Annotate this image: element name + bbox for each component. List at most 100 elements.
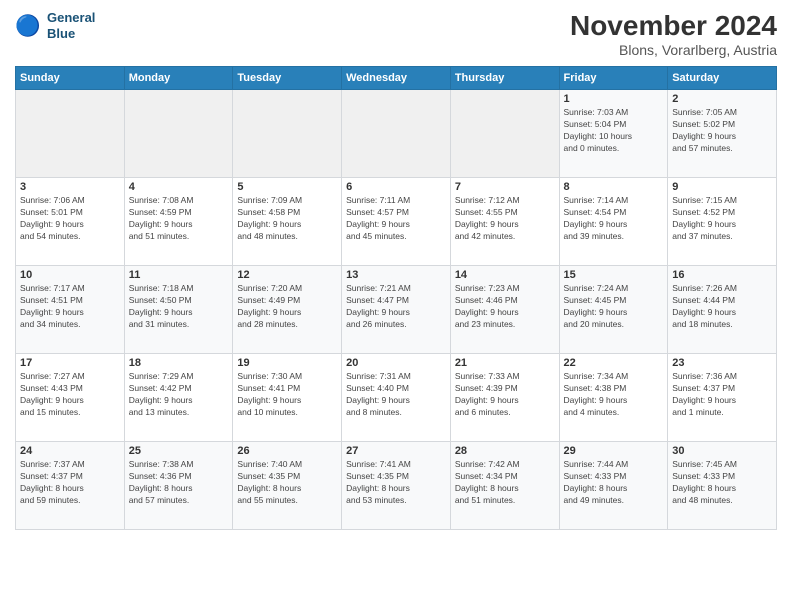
day-number: 26 (237, 445, 337, 457)
calendar-cell: 9 Sunrise: 7:15 AM Sunset: 4:52 PM Daylig… (668, 178, 777, 266)
day-info: Sunrise: 7:33 AM Sunset: 4:39 PM Dayligh… (455, 371, 555, 419)
day-number: 10 (20, 269, 120, 281)
calendar-week-row: 10Sunrise: 7:17 AM Sunset: 4:51 PM Dayli… (16, 266, 777, 354)
day-number: 22 (564, 357, 664, 369)
day-info: Sunrise: 7:30 AM Sunset: 4:41 PM Dayligh… (237, 371, 337, 419)
calendar-cell: 4Sunrise: 7:08 AM Sunset: 4:59 PM Daylig… (124, 178, 233, 266)
day-number: 1 (564, 93, 664, 105)
day-number: 28 (455, 445, 555, 457)
day-info: Sunrise: 7:05 AM Sunset: 5:02 PM Dayligh… (672, 107, 772, 155)
calendar-cell: 25Sunrise: 7:38 AM Sunset: 4:36 PM Dayli… (124, 442, 233, 530)
month-title: November 2024 (570, 10, 777, 42)
calendar-cell: 1 Sunrise: 7:03 AM Sunset: 5:04 PM Daylig… (559, 90, 668, 178)
header: 🔵 General Blue November 2024 Blons, Vora… (15, 10, 777, 58)
calendar-week-row: 3Sunrise: 7:06 AM Sunset: 5:01 PM Daylig… (16, 178, 777, 266)
day-info: Sunrise: 7:29 AM Sunset: 4:42 PM Dayligh… (129, 371, 229, 419)
calendar-cell: 14 Sunrise: 7:23 AM Sunset: 4:46 PM Dayli… (450, 266, 559, 354)
day-info: Sunrise: 7:14 AM Sunset: 4:54 PM Dayligh… (564, 195, 664, 243)
day-info: Sunrise: 7:45 AM Sunset: 4:33 PM Dayligh… (672, 459, 772, 507)
calendar-cell: 10Sunrise: 7:17 AM Sunset: 4:51 PM Dayli… (16, 266, 125, 354)
calendar-cell (233, 90, 342, 178)
calendar-cell: 8 Sunrise: 7:14 AM Sunset: 4:54 PM Daylig… (559, 178, 668, 266)
weekday-header: Saturday (668, 67, 777, 90)
calendar-cell (342, 90, 451, 178)
weekday-header: Wednesday (342, 67, 451, 90)
day-number: 15 (564, 269, 664, 281)
day-number: 23 (672, 357, 772, 369)
title-block: November 2024 Blons, Vorarlberg, Austria (570, 10, 777, 58)
calendar-cell: 15Sunrise: 7:24 AM Sunset: 4:45 PM Dayli… (559, 266, 668, 354)
page-container: 🔵 General Blue November 2024 Blons, Vora… (0, 0, 792, 535)
logo-icon: 🔵 (15, 12, 43, 40)
day-info: Sunrise: 7:20 AM Sunset: 4:49 PM Dayligh… (237, 283, 337, 331)
calendar-cell: 26Sunrise: 7:40 AM Sunset: 4:35 PM Dayli… (233, 442, 342, 530)
calendar-cell: 11Sunrise: 7:18 AM Sunset: 4:50 PM Dayli… (124, 266, 233, 354)
calendar-body: 1 Sunrise: 7:03 AM Sunset: 5:04 PM Daylig… (16, 90, 777, 530)
calendar-cell (450, 90, 559, 178)
day-number: 13 (346, 269, 446, 281)
calendar-cell: 16Sunrise: 7:26 AM Sunset: 4:44 PM Dayli… (668, 266, 777, 354)
day-number: 30 (672, 445, 772, 457)
calendar-header: SundayMondayTuesdayWednesdayThursdayFrid… (16, 67, 777, 90)
day-info: Sunrise: 7:21 AM Sunset: 4:47 PM Dayligh… (346, 283, 446, 331)
day-info: Sunrise: 7:27 AM Sunset: 4:43 PM Dayligh… (20, 371, 120, 419)
day-number: 3 (20, 181, 120, 193)
calendar-cell (124, 90, 233, 178)
calendar-cell: 29Sunrise: 7:44 AM Sunset: 4:33 PM Dayli… (559, 442, 668, 530)
day-number: 6 (346, 181, 446, 193)
day-number: 7 (455, 181, 555, 193)
day-number: 12 (237, 269, 337, 281)
day-info: Sunrise: 7:41 AM Sunset: 4:35 PM Dayligh… (346, 459, 446, 507)
day-info: Sunrise: 7:37 AM Sunset: 4:37 PM Dayligh… (20, 459, 120, 507)
calendar-cell: 27 Sunrise: 7:41 AM Sunset: 4:35 PM Dayli… (342, 442, 451, 530)
calendar-cell: 30 Sunrise: 7:45 AM Sunset: 4:33 PM Dayli… (668, 442, 777, 530)
calendar-cell: 13 Sunrise: 7:21 AM Sunset: 4:47 PM Dayli… (342, 266, 451, 354)
calendar-week-row: 1 Sunrise: 7:03 AM Sunset: 5:04 PM Daylig… (16, 90, 777, 178)
day-number: 16 (672, 269, 772, 281)
calendar-cell: 19 Sunrise: 7:30 AM Sunset: 4:41 PM Dayli… (233, 354, 342, 442)
day-info: Sunrise: 7:15 AM Sunset: 4:52 PM Dayligh… (672, 195, 772, 243)
calendar-cell: 18 Sunrise: 7:29 AM Sunset: 4:42 PM Dayli… (124, 354, 233, 442)
day-info: Sunrise: 7:03 AM Sunset: 5:04 PM Dayligh… (564, 107, 664, 155)
day-number: 14 (455, 269, 555, 281)
weekday-header: Tuesday (233, 67, 342, 90)
header-row: SundayMondayTuesdayWednesdayThursdayFrid… (16, 67, 777, 90)
weekday-header: Friday (559, 67, 668, 90)
calendar-cell: 24Sunrise: 7:37 AM Sunset: 4:37 PM Dayli… (16, 442, 125, 530)
day-number: 18 (129, 357, 229, 369)
day-number: 29 (564, 445, 664, 457)
weekday-header: Sunday (16, 67, 125, 90)
svg-text:🔵: 🔵 (15, 13, 41, 37)
day-info: Sunrise: 7:12 AM Sunset: 4:55 PM Dayligh… (455, 195, 555, 243)
logo: 🔵 General Blue (15, 10, 95, 41)
calendar-cell: 12 Sunrise: 7:20 AM Sunset: 4:49 PM Dayli… (233, 266, 342, 354)
day-info: Sunrise: 7:42 AM Sunset: 4:34 PM Dayligh… (455, 459, 555, 507)
location: Blons, Vorarlberg, Austria (570, 42, 777, 58)
day-info: Sunrise: 7:11 AM Sunset: 4:57 PM Dayligh… (346, 195, 446, 243)
calendar-cell: 2 Sunrise: 7:05 AM Sunset: 5:02 PM Daylig… (668, 90, 777, 178)
calendar-cell: 6 Sunrise: 7:11 AM Sunset: 4:57 PM Daylig… (342, 178, 451, 266)
day-number: 19 (237, 357, 337, 369)
day-info: Sunrise: 7:36 AM Sunset: 4:37 PM Dayligh… (672, 371, 772, 419)
day-number: 2 (672, 93, 772, 105)
day-info: Sunrise: 7:23 AM Sunset: 4:46 PM Dayligh… (455, 283, 555, 331)
day-number: 9 (672, 181, 772, 193)
day-info: Sunrise: 7:31 AM Sunset: 4:40 PM Dayligh… (346, 371, 446, 419)
day-number: 8 (564, 181, 664, 193)
calendar-cell: 3Sunrise: 7:06 AM Sunset: 5:01 PM Daylig… (16, 178, 125, 266)
weekday-header: Thursday (450, 67, 559, 90)
calendar-cell: 22Sunrise: 7:34 AM Sunset: 4:38 PM Dayli… (559, 354, 668, 442)
calendar-cell: 23 Sunrise: 7:36 AM Sunset: 4:37 PM Dayli… (668, 354, 777, 442)
calendar-week-row: 17Sunrise: 7:27 AM Sunset: 4:43 PM Dayli… (16, 354, 777, 442)
day-number: 5 (237, 181, 337, 193)
day-number: 27 (346, 445, 446, 457)
calendar-cell: 7 Sunrise: 7:12 AM Sunset: 4:55 PM Daylig… (450, 178, 559, 266)
day-info: Sunrise: 7:09 AM Sunset: 4:58 PM Dayligh… (237, 195, 337, 243)
logo-text: General Blue (47, 10, 95, 41)
calendar-cell: 5 Sunrise: 7:09 AM Sunset: 4:58 PM Daylig… (233, 178, 342, 266)
day-info: Sunrise: 7:08 AM Sunset: 4:59 PM Dayligh… (129, 195, 229, 243)
calendar-cell: 28 Sunrise: 7:42 AM Sunset: 4:34 PM Dayli… (450, 442, 559, 530)
day-info: Sunrise: 7:18 AM Sunset: 4:50 PM Dayligh… (129, 283, 229, 331)
calendar-cell: 20Sunrise: 7:31 AM Sunset: 4:40 PM Dayli… (342, 354, 451, 442)
day-number: 25 (129, 445, 229, 457)
